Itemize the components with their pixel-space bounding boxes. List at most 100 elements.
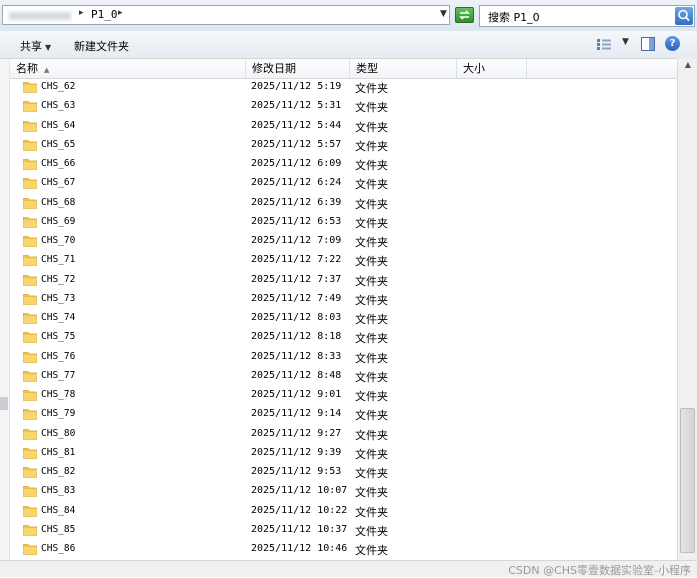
vertical-scrollbar[interactable]: ▲ [677, 58, 697, 560]
file-modified-date: 2025/11/12 9:01 [251, 389, 342, 400]
file-row[interactable]: CHS_86 2025/11/12 10:46 文件夹 [10, 540, 677, 559]
path-separator-icon[interactable]: ▸ [79, 8, 84, 18]
file-row[interactable]: CHS_72 2025/11/12 7:37 文件夹 [10, 271, 677, 290]
file-name: CHS_64 [41, 119, 76, 131]
folder-icon [23, 139, 37, 151]
file-row[interactable]: CHS_73 2025/11/12 7:49 文件夹 [10, 290, 677, 309]
address-history-dropdown-icon[interactable]: ▼ [440, 9, 447, 19]
file-row[interactable]: CHS_69 2025/11/12 6:53 文件夹 [10, 213, 677, 232]
file-type: 文件夹 [355, 82, 388, 95]
folder-icon [23, 255, 37, 267]
address-field[interactable]: ▸ P1_0 ▸ ▼ [2, 5, 450, 25]
help-button[interactable]: ? [665, 36, 680, 51]
file-row[interactable]: CHS_78 2025/11/12 9:01 文件夹 [10, 386, 677, 405]
file-type: 文件夹 [355, 544, 388, 557]
preview-pane-icon[interactable] [641, 37, 655, 51]
folder-icon [23, 332, 37, 344]
file-row[interactable]: CHS_67 2025/11/12 6:24 文件夹 [10, 174, 677, 193]
folder-icon [23, 101, 37, 113]
sort-ascending-icon: ▲ [44, 66, 50, 74]
file-type: 文件夹 [355, 313, 388, 326]
file-name: CHS_71 [41, 254, 76, 266]
column-header-date[interactable]: 修改日期 [246, 59, 350, 78]
folder-icon [23, 447, 37, 459]
file-type: 文件夹 [355, 524, 388, 538]
file-row[interactable]: CHS_77 2025/11/12 8:48 文件夹 [10, 367, 677, 386]
column-header-size[interactable]: 大小 [457, 59, 527, 78]
file-row[interactable]: CHS_71 2025/11/12 7:22 文件夹 [10, 251, 677, 270]
file-row[interactable]: CHS_62 2025/11/12 5:19 文件夹 [10, 78, 677, 97]
file-type: 文件夹 [355, 139, 388, 153]
file-modified-date: 2025/11/12 10:22 [251, 504, 348, 516]
file-type: 文件夹 [355, 447, 388, 461]
search-input[interactable]: 搜索 P1_0 [479, 5, 695, 27]
navigation-pane-edge [0, 59, 10, 560]
file-type: 文件夹 [355, 101, 388, 115]
file-row[interactable]: CHS_80 2025/11/12 9:27 文件夹 [10, 425, 677, 444]
view-options-dropdown-icon[interactable]: ▼ [622, 37, 629, 47]
folder-icon [23, 274, 37, 286]
file-name: CHS_67 [41, 177, 76, 189]
file-row[interactable]: CHS_64 2025/11/12 5:44 文件夹 [10, 117, 677, 136]
share-menu-button[interactable]: 共享 ▼ [20, 38, 51, 54]
file-modified-date: 2025/11/12 9:53 [251, 466, 342, 477]
file-row[interactable]: CHS_84 2025/11/12 10:22 文件夹 [10, 502, 677, 521]
file-type: 文件夹 [355, 390, 388, 403]
file-modified-date: 2025/11/12 9:39 [251, 446, 342, 458]
file-type: 文件夹 [355, 467, 388, 480]
scroll-thumb[interactable] [680, 408, 695, 553]
column-header-name[interactable]: 名称 ▲ [10, 59, 246, 78]
column-header-row: 名称 ▲ 修改日期 类型 大小 [10, 59, 677, 79]
file-type: 文件夹 [355, 197, 388, 211]
folder-icon [23, 486, 37, 498]
folder-icon [23, 467, 37, 478]
file-row[interactable]: CHS_83 2025/11/12 10:07 文件夹 [10, 482, 677, 501]
file-row[interactable]: CHS_76 2025/11/12 8:33 文件夹 [10, 348, 677, 367]
folder-icon [23, 216, 37, 228]
file-type: 文件夹 [355, 293, 388, 307]
file-row[interactable]: CHS_68 2025/11/12 6:39 文件夹 [10, 194, 677, 213]
file-type: 文件夹 [355, 486, 388, 500]
file-row[interactable]: CHS_82 2025/11/12 9:53 文件夹 [10, 463, 677, 482]
file-row[interactable]: CHS_79 2025/11/12 9:14 文件夹 [10, 405, 677, 424]
folder-icon [23, 409, 37, 421]
breadcrumb-current-folder[interactable]: P1_0 [91, 8, 118, 21]
refresh-arrow-icon [459, 10, 470, 20]
file-modified-date: 2025/11/12 8:03 [251, 312, 342, 323]
file-modified-date: 2025/11/12 10:46 [251, 543, 348, 554]
file-row[interactable]: CHS_65 2025/11/12 5:57 文件夹 [10, 136, 677, 155]
scroll-up-arrow-icon[interactable]: ▲ [678, 58, 697, 72]
file-modified-date: 2025/11/12 7:22 [251, 254, 342, 266]
file-type: 文件夹 [355, 332, 388, 346]
file-name: CHS_78 [41, 389, 76, 400]
column-header-type[interactable]: 类型 [350, 59, 457, 78]
breadcrumb-chevron-icon[interactable]: ▸ [118, 8, 123, 18]
file-row[interactable]: CHS_74 2025/11/12 8:03 文件夹 [10, 309, 677, 328]
file-modified-date: 2025/11/12 8:33 [251, 350, 342, 362]
file-modified-date: 2025/11/12 5:19 [251, 81, 342, 92]
change-view-icon[interactable] [597, 39, 611, 50]
file-name: CHS_72 [41, 273, 76, 285]
folder-icon [23, 82, 37, 93]
file-row[interactable]: CHS_66 2025/11/12 6:09 文件夹 [10, 155, 677, 174]
file-row[interactable]: CHS_70 2025/11/12 7:09 文件夹 [10, 232, 677, 251]
folder-icon [23, 236, 37, 247]
folder-icon [23, 197, 37, 209]
file-row[interactable]: CHS_81 2025/11/12 9:39 文件夹 [10, 444, 677, 463]
file-row[interactable]: CHS_63 2025/11/12 5:31 文件夹 [10, 97, 677, 116]
folder-icon [23, 120, 37, 132]
file-modified-date: 2025/11/12 8:48 [251, 369, 342, 381]
folder-icon [23, 178, 37, 190]
file-type: 文件夹 [355, 216, 388, 230]
magnifier-icon[interactable] [675, 7, 693, 25]
refresh-button[interactable] [455, 7, 474, 23]
file-name: CHS_83 [41, 485, 76, 497]
file-modified-date: 2025/11/12 6:39 [251, 196, 342, 208]
magnifier-glyph [678, 9, 690, 22]
column-name-label: 名称 [16, 62, 38, 75]
new-folder-button[interactable]: 新建文件夹 [74, 38, 129, 54]
file-row[interactable]: CHS_75 2025/11/12 8:18 文件夹 [10, 328, 677, 347]
blurred-path-segment [9, 12, 71, 20]
file-row[interactable]: CHS_85 2025/11/12 10:37 文件夹 [10, 521, 677, 540]
file-name: CHS_74 [41, 312, 76, 323]
